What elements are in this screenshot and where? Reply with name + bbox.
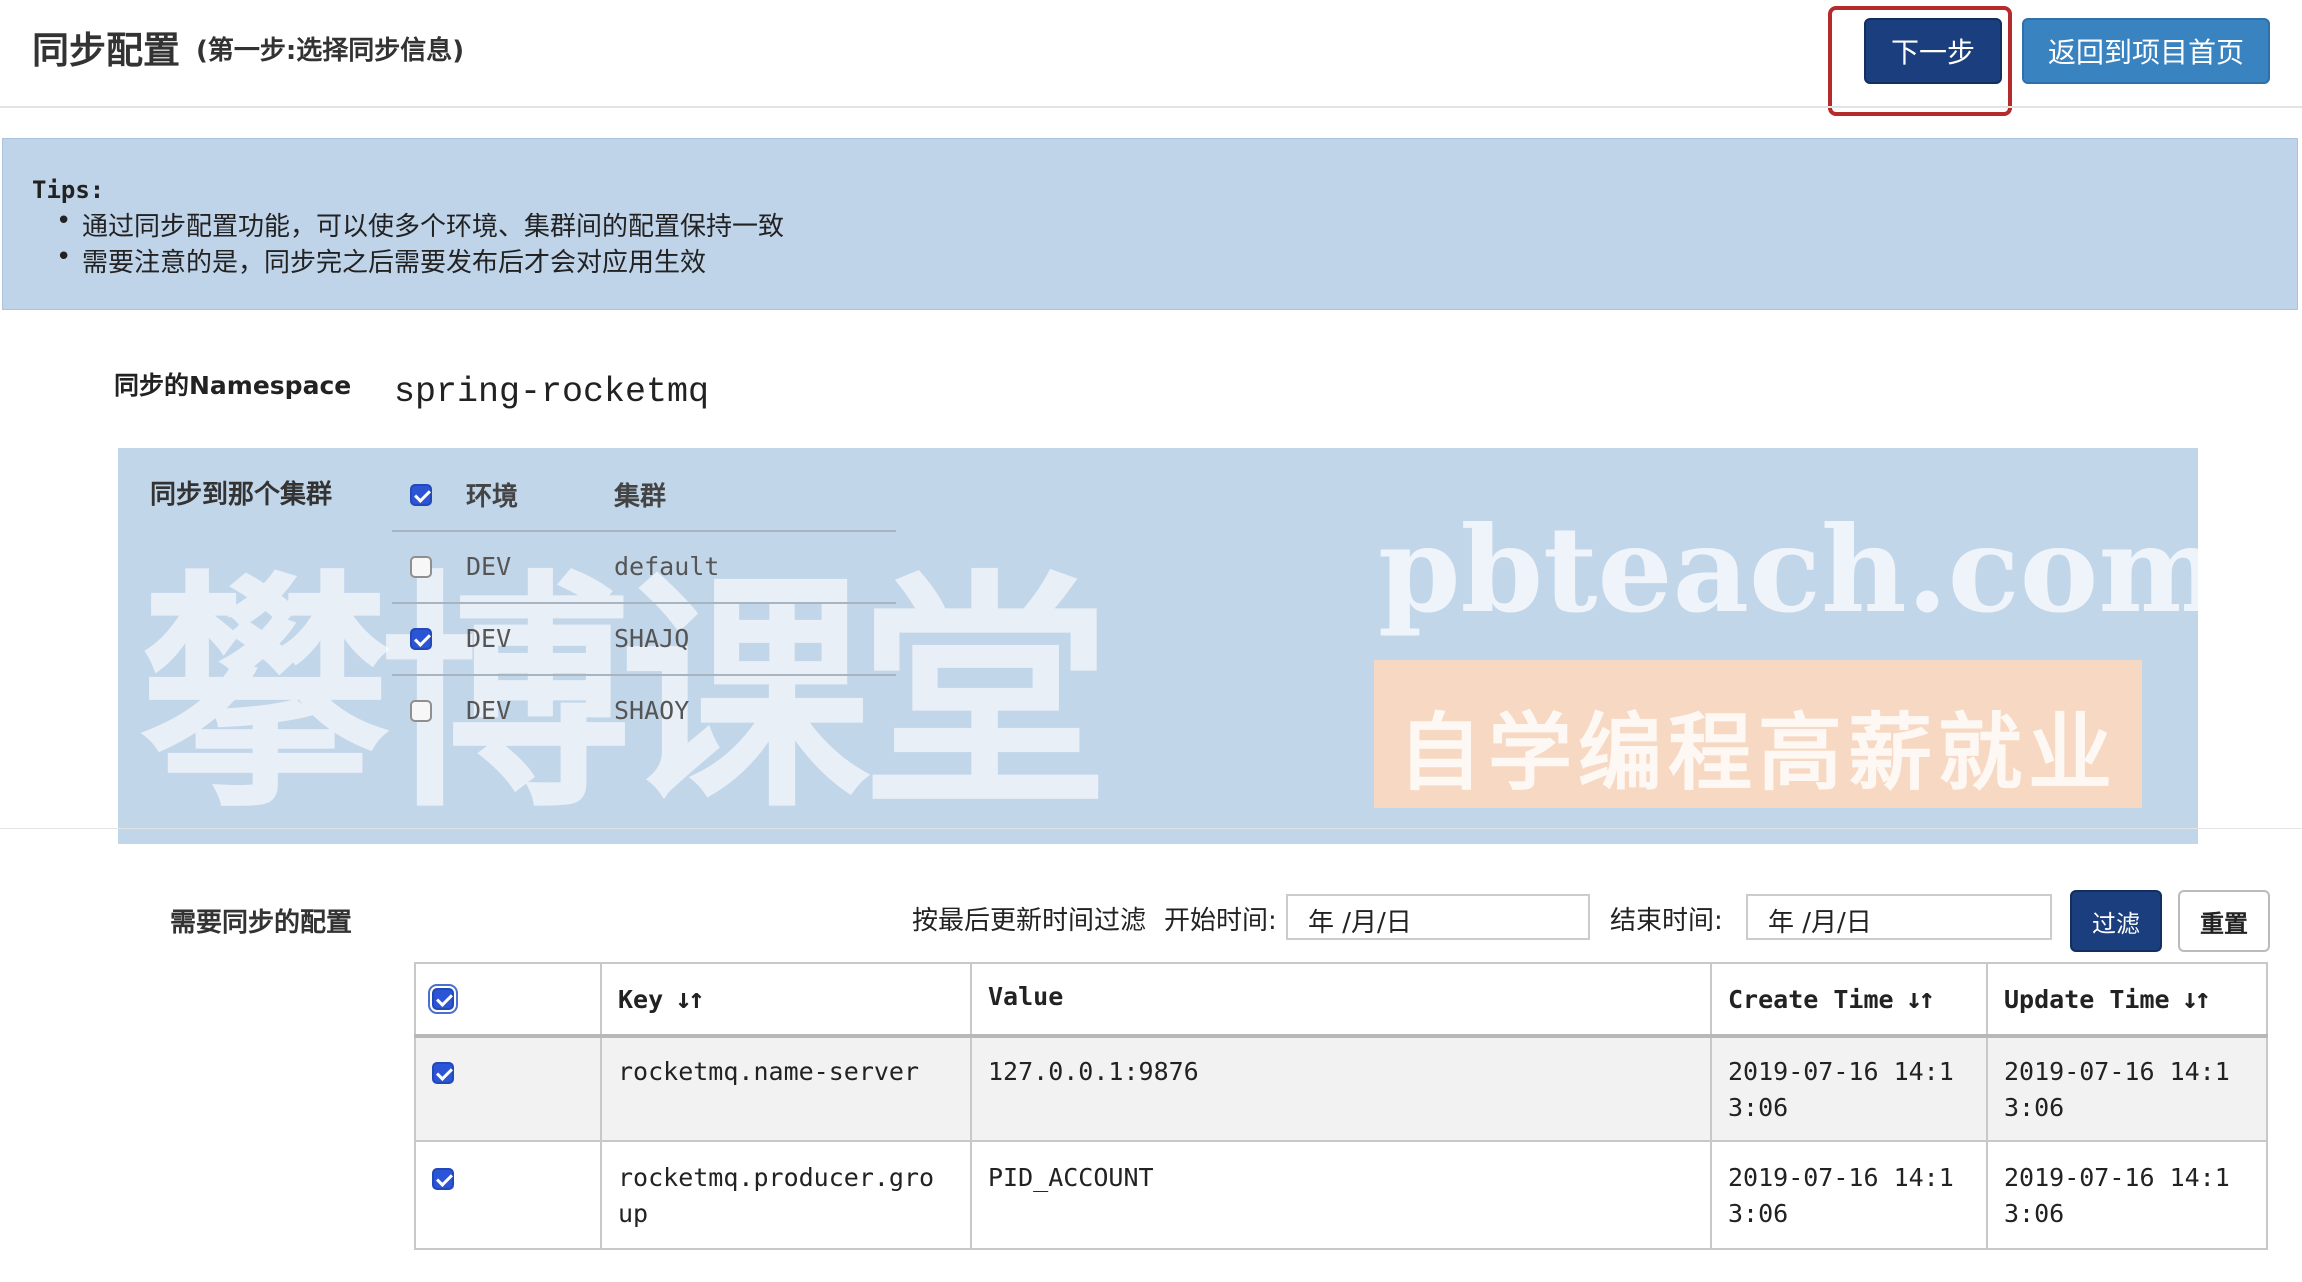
table-column-divider: [970, 962, 972, 1250]
config-row-create-time: 2019-07-16 14:1 3:06: [1728, 1057, 1954, 1122]
cluster-row-name: SHAOY: [614, 696, 690, 725]
cluster-row-checkbox[interactable]: [410, 556, 432, 578]
config-row-value: PID_ACCOUNT: [988, 1163, 1154, 1192]
cluster-select-all-checkbox[interactable]: [410, 484, 432, 506]
row-divider: [392, 530, 896, 532]
table-column-divider: [1986, 962, 1988, 1250]
section-divider: [0, 828, 2302, 829]
namespace-label: 同步的Namespace: [114, 371, 352, 400]
cluster-col-env: 环境: [466, 482, 519, 512]
config-section-label: 需要同步的配置: [170, 908, 353, 938]
column-header-key[interactable]: Key ↓↑: [618, 982, 705, 1015]
page-subtitle: (第一步:选择同步信息): [196, 36, 465, 66]
back-to-project-home-button[interactable]: 返回到项目首页: [2022, 18, 2270, 84]
tip-item: 需要注意的是，同步完之后需要发布后才会对应用生效: [56, 242, 706, 279]
sort-icon[interactable]: ↓↑: [2182, 982, 2212, 1015]
sort-icon[interactable]: ↓↑: [675, 982, 705, 1015]
row-divider: [392, 674, 896, 676]
column-header-update-time-label: Update Time: [2004, 985, 2170, 1014]
row-divider: [392, 602, 896, 604]
watermark-slogan: 自学编程高薪就业: [1398, 704, 2119, 802]
column-header-value: Value: [988, 982, 1064, 1011]
config-row-update-time: 2019-07-16 14:1 3:06: [2004, 1163, 2230, 1228]
config-select-all-checkbox[interactable]: [428, 984, 458, 1014]
config-row-key: rocketmq.producer.gro up: [618, 1163, 935, 1228]
reset-button[interactable]: 重置: [2178, 890, 2270, 952]
sort-icon[interactable]: ↓↑: [1906, 982, 1936, 1015]
table-column-divider: [1710, 962, 1712, 1250]
next-step-button[interactable]: 下一步: [1864, 18, 2002, 84]
start-date-input[interactable]: 年 /月/日: [1286, 894, 1590, 940]
cluster-row-name: default: [614, 552, 720, 581]
config-row-value: 127.0.0.1:9876: [988, 1057, 1199, 1086]
end-date-input[interactable]: 年 /月/日: [1746, 894, 2052, 940]
config-row-checkbox[interactable]: [432, 1168, 454, 1190]
tip-item: 通过同步配置功能，可以使多个环境、集群间的配置保持一致: [56, 206, 784, 243]
namespace-value: spring-rocketmq: [394, 372, 710, 412]
table-column-divider: [600, 962, 602, 1250]
cluster-row-env: DEV: [466, 624, 512, 653]
config-row-update-time: 2019-07-16 14:1 3:06: [2004, 1057, 2230, 1122]
column-header-update-time[interactable]: Update Time ↓↑: [2004, 982, 2212, 1015]
cluster-row-name: SHAJQ: [614, 624, 690, 653]
filter-button[interactable]: 过滤: [2070, 890, 2162, 952]
cluster-col-cluster: 集群: [614, 482, 667, 512]
column-header-key-label: Key: [618, 985, 664, 1014]
config-row-checkbox[interactable]: [432, 1062, 454, 1084]
config-row-key: rocketmq.name-server: [618, 1057, 920, 1086]
column-header-create-time-label: Create Time: [1728, 985, 1894, 1014]
page-title: 同步配置: [32, 29, 180, 72]
cluster-select-label: 同步到那个集群: [150, 480, 333, 510]
start-time-label: 开始时间:: [1164, 906, 1277, 936]
column-header-create-time[interactable]: Create Time ↓↑: [1728, 982, 1936, 1015]
filter-label: 按最后更新时间过滤: [912, 906, 1147, 936]
watermark-brand: 攀博课堂: [140, 550, 1110, 841]
table-header-divider: [414, 1034, 2268, 1038]
end-time-label: 结束时间:: [1610, 906, 1723, 936]
watermark-url: pbteach.com: [1378, 500, 2224, 639]
cluster-row-env: DEV: [466, 552, 512, 581]
table-row-divider: [414, 1140, 2268, 1142]
cluster-row-checkbox[interactable]: [410, 628, 432, 650]
config-row-create-time: 2019-07-16 14:1 3:06: [1728, 1163, 1954, 1228]
cluster-row-checkbox[interactable]: [410, 700, 432, 722]
cluster-row-env: DEV: [466, 696, 512, 725]
tips-title: Tips:: [32, 176, 105, 204]
header-divider: [0, 106, 2302, 108]
